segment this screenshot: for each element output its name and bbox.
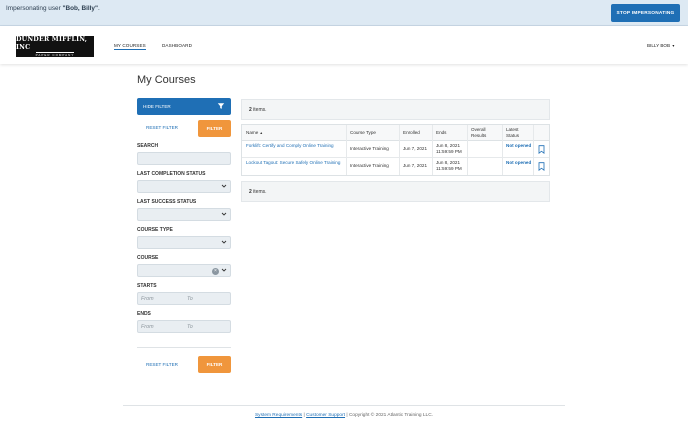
- ends-cell: Jun 8, 2021 11:59:59 PM: [436, 143, 462, 154]
- starts-from-input[interactable]: From: [141, 296, 154, 302]
- caret-down-icon: ▾: [672, 43, 675, 48]
- chevron-down-icon: [221, 268, 227, 272]
- hide-filter-button[interactable]: HIDE FILTER: [137, 98, 231, 115]
- results-count-text: 2 items.: [249, 189, 267, 195]
- user-menu[interactable]: BILLY BOB ▾: [647, 43, 674, 48]
- course-name-link[interactable]: Lockout Tagout: Secure Safely Online Tra…: [246, 160, 344, 166]
- ends-range: From To: [137, 320, 231, 333]
- filter-divider: [137, 347, 231, 348]
- sort-up-icon: ▲: [259, 131, 264, 135]
- col-enrolled-header[interactable]: Enrolled: [403, 130, 420, 136]
- results-summary-top: 2 items.: [241, 99, 550, 120]
- user-name: BILLY BOB: [647, 43, 671, 48]
- company-logo[interactable]: DUNDER MIFFLIN, INC PAPER COMPANY: [16, 36, 94, 57]
- reset-filter-link-bottom[interactable]: RESET FILTER: [146, 362, 178, 367]
- starts-label: STARTS: [137, 283, 157, 289]
- impersonation-suffix: .: [98, 5, 100, 12]
- stop-impersonating-button[interactable]: STOP IMPERSONATING: [611, 4, 680, 22]
- search-input[interactable]: [137, 152, 231, 165]
- results-count-suffix: items.: [251, 107, 267, 113]
- course-type-cell: Interactive Training: [350, 146, 389, 151]
- clear-icon[interactable]: ×: [212, 267, 219, 275]
- results-summary-bottom: 2 items.: [241, 181, 550, 202]
- col-overall-results-header[interactable]: Overall Results: [471, 127, 499, 138]
- course-type-label: COURSE TYPE: [137, 227, 173, 233]
- impersonation-prefix: Impersonating user: [6, 5, 63, 12]
- nav-dashboard[interactable]: DASHBOARD: [162, 43, 192, 48]
- last-success-status-label: LAST SUCCESS STATUS: [137, 199, 197, 205]
- system-requirements-link[interactable]: System Requirements: [255, 413, 302, 418]
- last-completion-status-select[interactable]: [137, 180, 231, 193]
- enrolled-cell: Jun 7, 2021: [403, 163, 428, 168]
- filter-button-top[interactable]: FILTER: [198, 120, 231, 137]
- search-label: SEARCH: [137, 143, 159, 149]
- chevron-down-icon: [221, 212, 227, 216]
- col-latest-status-header[interactable]: Latest Status: [506, 127, 532, 138]
- courses-table: Name ▲ Course Type Enrolled Ends Overall…: [241, 124, 550, 176]
- latest-status-cell: Not opened: [506, 143, 532, 148]
- chevron-down-icon: [221, 240, 227, 244]
- top-header: DUNDER MIFFLIN, INC PAPER COMPANY MY COU…: [0, 26, 688, 64]
- filter-button-bottom[interactable]: FILTER: [198, 356, 231, 373]
- results-count-suffix: items.: [251, 189, 267, 195]
- col-name-header[interactable]: Name ▲: [246, 130, 263, 137]
- customer-support-link[interactable]: Customer Support: [306, 413, 345, 418]
- reset-filter-link-top[interactable]: RESET FILTER: [146, 125, 178, 130]
- ends-label: ENDS: [137, 311, 151, 317]
- bookmark-icon[interactable]: [538, 145, 545, 154]
- page-title: My Courses: [137, 74, 196, 86]
- bookmark-icon[interactable]: [538, 162, 545, 171]
- course-name-link[interactable]: Forklift: Certify and Comply Online Trai…: [246, 143, 344, 149]
- last-completion-status-label: LAST COMPLETION STATUS: [137, 171, 206, 177]
- copyright-text: | Copyright © 2021 Atlantic Training LLC…: [345, 413, 434, 418]
- nav-my-courses[interactable]: MY COURSES: [114, 43, 146, 50]
- impersonated-user: "Bob, Billy": [62, 5, 99, 12]
- table-row: Forklift: Certify and Comply Online Trai…: [242, 141, 549, 158]
- starts-to-input[interactable]: To: [187, 296, 193, 302]
- course-type-cell: Interactive Training: [350, 163, 389, 168]
- col-course-type-header[interactable]: Course Type: [350, 130, 376, 136]
- results-count-text: 2 items.: [249, 107, 267, 113]
- course-type-select[interactable]: [137, 236, 231, 249]
- impersonation-text: Impersonating user "Bob, Billy".: [6, 5, 100, 12]
- ends-to-input[interactable]: To: [187, 324, 193, 330]
- course-select[interactable]: ×: [137, 264, 231, 277]
- filter-icon: [217, 103, 225, 109]
- starts-range: From To: [137, 292, 231, 305]
- last-success-status-select[interactable]: [137, 208, 231, 221]
- latest-status-cell: Not opened: [506, 160, 532, 165]
- col-name-label: Name: [246, 130, 259, 135]
- logo-main-text: DUNDER MIFFLIN, INC: [16, 35, 88, 51]
- footer-divider: [123, 405, 565, 406]
- ends-from-input[interactable]: From: [141, 324, 154, 330]
- hide-filter-label: HIDE FILTER: [143, 104, 171, 109]
- impersonation-banner: Impersonating user "Bob, Billy". STOP IM…: [0, 0, 688, 26]
- footer: System Requirements | Customer Support |…: [0, 413, 688, 418]
- col-ends-header[interactable]: Ends: [436, 130, 446, 136]
- chevron-down-icon: [221, 184, 227, 188]
- enrolled-cell: Jun 7, 2021: [403, 146, 428, 151]
- table-row: Lockout Tagout: Secure Safely Online Tra…: [242, 158, 549, 175]
- logo-sub-text: PAPER COMPANY: [35, 51, 75, 58]
- course-label: COURSE: [137, 255, 159, 261]
- ends-cell: Jun 8, 2021 11:59:59 PM: [436, 160, 462, 171]
